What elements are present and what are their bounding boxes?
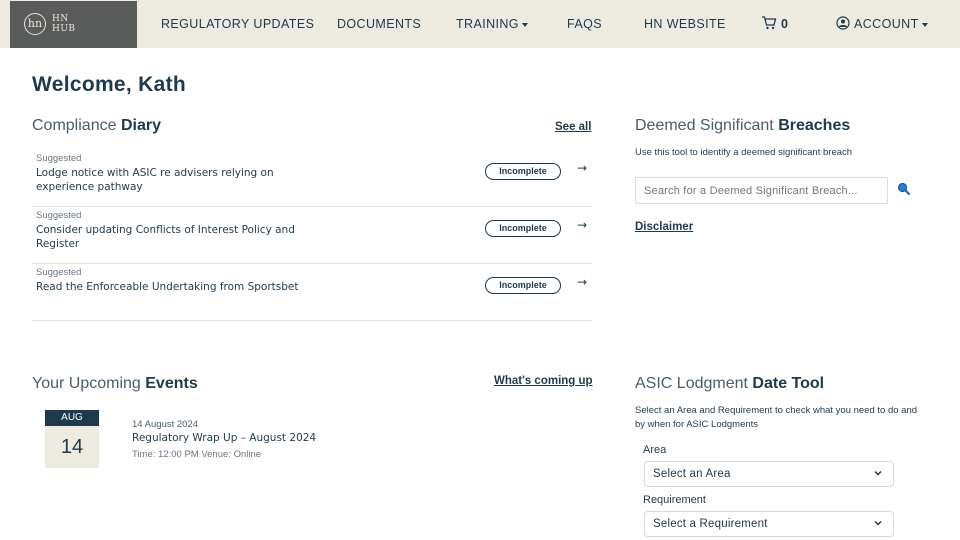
logo-line2: HUB: [52, 24, 76, 34]
search-icon[interactable]: [897, 182, 911, 196]
row-title[interactable]: Read the Enforceable Undertaking from Sp…: [36, 280, 326, 294]
diary-row[interactable]: Suggested Consider updating Conflicts of…: [32, 207, 592, 264]
top-nav: hn HN HUB REGULATORY UPDATES DOCUMENTS T…: [0, 0, 960, 48]
status-badge: Incomplete: [485, 277, 561, 294]
heading-light: Compliance: [32, 117, 121, 134]
heading-light: ASIC Lodgment: [635, 375, 753, 392]
whats-coming-up-link[interactable]: What's coming up: [494, 375, 593, 387]
nav-training-label: TRAINING: [456, 17, 519, 31]
heading-bold: Diary: [120, 117, 161, 134]
heading-light: Deemed Significant: [635, 117, 779, 134]
row-tag: Suggested: [36, 210, 82, 221]
cart-icon[interactable]: [761, 16, 777, 30]
area-select[interactable]: Select an Area: [644, 461, 894, 487]
nav-regulatory-updates[interactable]: REGULATORY UPDATES: [161, 17, 314, 31]
event-day: 14: [45, 426, 99, 468]
area-label: Area: [643, 444, 667, 456]
nav-documents[interactable]: DOCUMENTS: [337, 17, 421, 31]
compliance-diary-heading: Compliance Diary: [32, 117, 161, 135]
requirement-select[interactable]: Select a Requirement: [644, 511, 894, 537]
event-meta: Time: 12:00 PM Venue: Online: [132, 449, 262, 460]
heading-bold: Breaches: [778, 117, 851, 134]
breach-search-input[interactable]: Search for a Deemed Significant Breach..…: [635, 177, 888, 204]
requirement-select-value: Select a Requirement: [653, 518, 768, 530]
hn-hub-logo[interactable]: hn HN HUB: [10, 1, 137, 48]
arrow-right-icon[interactable]: →: [577, 161, 587, 175]
event-month: AUG: [45, 410, 99, 426]
row-tag: Suggested: [36, 267, 82, 278]
arrow-right-icon[interactable]: →: [577, 218, 587, 232]
account-icon[interactable]: [836, 16, 850, 30]
caret-down-icon: [521, 22, 528, 27]
asic-tool-heading: ASIC Lodgment Date Tool: [635, 375, 824, 393]
row-tag: Suggested: [36, 153, 82, 164]
breaches-heading: Deemed Significant Breaches: [635, 117, 850, 135]
event-date: 14 August 2024: [132, 419, 199, 430]
logo-line1: HN: [52, 14, 69, 24]
see-all-link[interactable]: See all: [555, 121, 591, 133]
arrow-right-icon[interactable]: →: [577, 275, 587, 289]
row-title[interactable]: Lodge notice with ASIC re advisers relyi…: [36, 166, 326, 194]
nav-account-label: ACCOUNT: [854, 17, 919, 31]
event-date-tile: AUG 14: [45, 410, 99, 468]
status-badge: Incomplete: [485, 220, 561, 237]
area-select-value: Select an Area: [653, 468, 731, 480]
chevron-down-icon: [874, 520, 882, 526]
diary-row[interactable]: Suggested Lodge notice with ASIC re advi…: [32, 150, 592, 207]
events-heading: Your Upcoming Events: [32, 375, 198, 393]
asic-tool-description: Select an Area and Requirement to check …: [635, 405, 918, 430]
logo-mark: hn: [24, 13, 46, 35]
nav-faqs[interactable]: FAQS: [567, 17, 602, 31]
nav-account[interactable]: ACCOUNT: [854, 17, 928, 31]
cart-count[interactable]: 0: [781, 17, 788, 31]
diary-row[interactable]: Suggested Read the Enforceable Undertaki…: [32, 264, 592, 321]
status-badge: Incomplete: [485, 163, 561, 180]
chevron-down-icon: [874, 470, 882, 476]
disclaimer-link[interactable]: Disclaimer: [635, 221, 693, 233]
logo-text: HN HUB: [52, 14, 76, 34]
nav-hn-website[interactable]: HN WEBSITE: [644, 17, 726, 31]
heading-bold: Date Tool: [752, 375, 825, 392]
row-title[interactable]: Consider updating Conflicts of Interest …: [36, 223, 326, 251]
heading-light: Your Upcoming: [32, 375, 146, 392]
nav-training[interactable]: TRAINING: [456, 17, 528, 31]
page-title: Welcome, Kath: [32, 73, 187, 96]
heading-bold: Events: [145, 375, 198, 392]
caret-down-icon: [921, 22, 928, 27]
requirement-label: Requirement: [643, 494, 706, 506]
breaches-description: Use this tool to identify a deemed signi…: [635, 147, 853, 158]
event-title[interactable]: Regulatory Wrap Up – August 2024: [132, 432, 316, 444]
